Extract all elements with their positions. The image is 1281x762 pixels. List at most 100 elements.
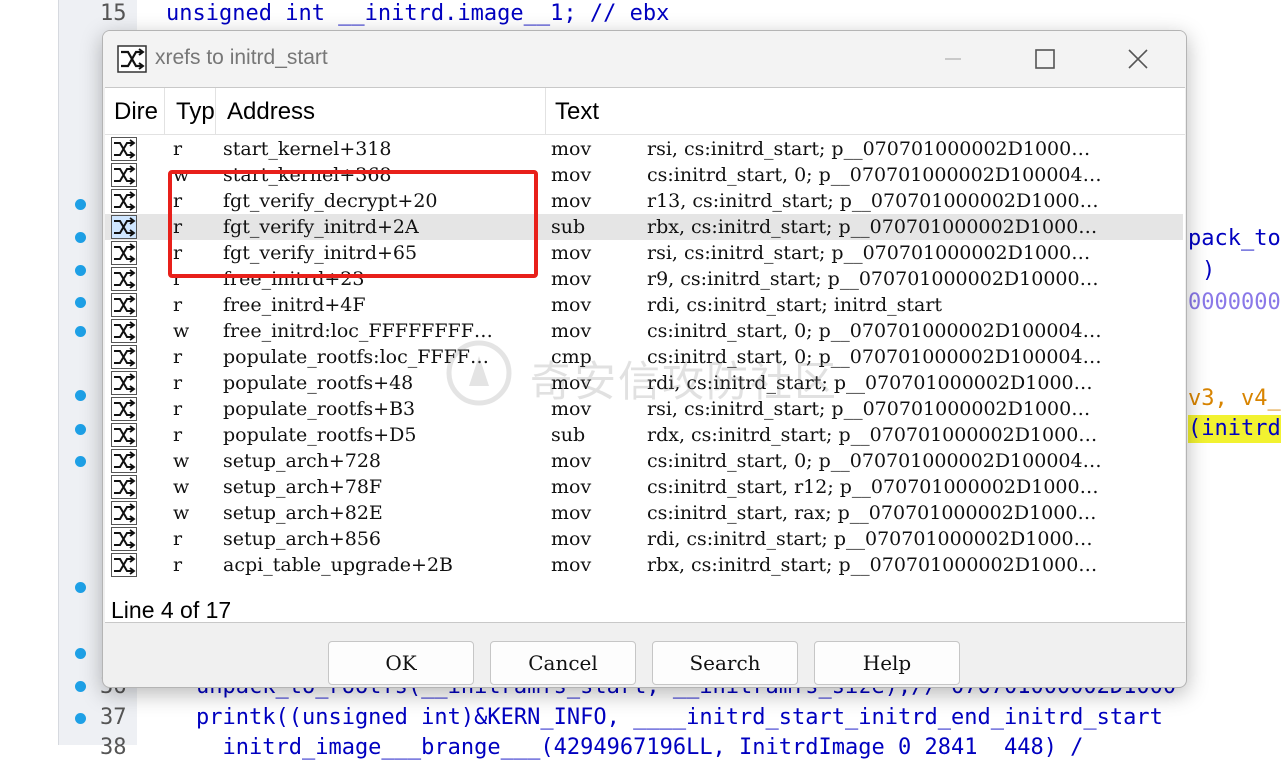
table-row[interactable]: r acpi_table_upgrade+2B mov rbx, cs:initrd_… bbox=[105, 552, 1183, 578]
table-row[interactable]: w free_initrd:loc_FFFFFFFF… mov cs:initrd_s… bbox=[105, 318, 1183, 344]
table-row[interactable]: r setup_arch+856 mov rdi, cs:initrd_start; … bbox=[105, 526, 1183, 552]
table-row[interactable]: r populate_rootfs+48 mov rdi, cs:initrd_sta… bbox=[105, 370, 1183, 396]
xref-mnemonic: mov bbox=[551, 294, 592, 316]
column-header-text[interactable]: Text bbox=[547, 88, 1183, 134]
table-row[interactable]: r start_kernel+318 mov rsi, cs:initrd_start… bbox=[105, 136, 1183, 162]
xrefs-dialog: xrefs to initrd_start Dire Typ Address T… bbox=[102, 30, 1187, 688]
xref-operands: r9, cs:initrd_start; p__070701000002D100… bbox=[647, 268, 1099, 290]
xref-operands: rdi, cs:initrd_start; p__070701000002D10… bbox=[647, 372, 1093, 394]
xrefs-table[interactable]: Dire Typ Address Text r start_kernel+318 m… bbox=[105, 87, 1185, 623]
table-row[interactable]: w setup_arch+728 mov cs:initrd_start, 0; p_… bbox=[105, 448, 1183, 474]
xref-mnemonic: sub bbox=[551, 216, 586, 238]
line-number: 38 bbox=[100, 735, 127, 760]
table-row[interactable]: r fgt_verify_decrypt+20 mov r13, cs:initrd_… bbox=[105, 188, 1183, 214]
breakpoint-dot[interactable] bbox=[75, 648, 86, 659]
xref-address: setup_arch+82E bbox=[223, 502, 383, 524]
maximize-icon bbox=[1035, 49, 1055, 69]
table-row[interactable]: w setup_arch+82E mov cs:initrd_start, rax; … bbox=[105, 500, 1183, 526]
breakpoint-dot[interactable] bbox=[75, 582, 86, 593]
maximize-button[interactable] bbox=[1023, 41, 1067, 77]
column-header-type[interactable]: Typ bbox=[166, 88, 216, 134]
xref-direction-icon bbox=[111, 293, 137, 317]
breakpoint-dot[interactable] bbox=[75, 297, 86, 308]
xref-type: r bbox=[173, 216, 183, 238]
xref-operands: cs:initrd_start, 0; p__070701000002D1000… bbox=[647, 320, 1102, 342]
breakpoint-dot[interactable] bbox=[75, 199, 86, 210]
table-row[interactable]: r fgt_verify_initrd+65 mov rsi, cs:initrd_s… bbox=[105, 240, 1183, 266]
breakpoint-dot[interactable] bbox=[75, 265, 86, 276]
table-row[interactable]: w start_kernel+368 mov cs:initrd_start, 0; … bbox=[105, 162, 1183, 188]
xref-address: fgt_verify_initrd+65 bbox=[223, 242, 418, 264]
table-row[interactable]: r free_initrd+23 mov r9, cs:initrd_start; p… bbox=[105, 266, 1183, 292]
xref-mnemonic: mov bbox=[551, 164, 592, 186]
xref-mnemonic: mov bbox=[551, 528, 592, 550]
breakpoint-dot[interactable] bbox=[75, 424, 86, 435]
column-header-direction[interactable]: Dire bbox=[105, 88, 165, 134]
ok-button[interactable]: OK bbox=[328, 641, 474, 685]
xref-operands: cs:initrd_start, 0; p__070701000002D1000… bbox=[647, 346, 1102, 368]
xref-address: free_initrd+4F bbox=[223, 294, 366, 316]
xref-address: free_initrd:loc_FFFFFFFF… bbox=[223, 320, 493, 342]
table-row[interactable]: r fgt_verify_initrd+2A sub rbx, cs:initrd_s… bbox=[105, 214, 1183, 240]
xref-direction-icon bbox=[111, 553, 137, 577]
table-row[interactable]: r populate_rootfs+B3 mov rsi, cs:initrd_sta… bbox=[105, 396, 1183, 422]
xref-direction-icon bbox=[111, 527, 137, 551]
xref-type: r bbox=[173, 528, 183, 550]
code-line[interactable]: printk((unsigned int)&KERN_INFO, ____ini… bbox=[196, 704, 1163, 732]
breakpoint-dot[interactable] bbox=[75, 713, 86, 724]
code-fragment: 0000000 bbox=[1188, 290, 1281, 315]
xref-address: setup_arch+78F bbox=[223, 476, 383, 498]
xref-type: w bbox=[173, 476, 190, 498]
code-fragment-highlighted: (initrd bbox=[1188, 415, 1281, 443]
xref-direction-icon bbox=[111, 475, 137, 499]
xref-operands: rdi, cs:initrd_start; initrd_start bbox=[647, 294, 943, 316]
xref-operands: cs:initrd_start, 0; p__070701000002D1000… bbox=[647, 450, 1102, 472]
xref-operands: rdx, cs:initrd_start; p__070701000002D10… bbox=[647, 424, 1098, 446]
xref-direction-icon bbox=[111, 423, 137, 447]
breakpoint-dot[interactable] bbox=[75, 390, 86, 401]
xref-direction-icon bbox=[111, 319, 137, 343]
xref-operands: rbx, cs:initrd_start; p__070701000002D10… bbox=[647, 554, 1098, 576]
dialog-titlebar[interactable]: xrefs to initrd_start bbox=[103, 31, 1186, 87]
xref-type: r bbox=[173, 424, 183, 446]
cancel-button[interactable]: Cancel bbox=[490, 641, 636, 685]
column-header-address[interactable]: Address bbox=[217, 88, 546, 134]
breakpoint-dot[interactable] bbox=[75, 456, 86, 467]
xref-direction-icon bbox=[111, 137, 137, 161]
code-line[interactable]: unsigned int __initrd.image__1; // ebx bbox=[166, 0, 669, 28]
line-number: 37 bbox=[100, 705, 127, 730]
xref-type: r bbox=[173, 398, 183, 420]
table-row[interactable]: r populate_rootfs:loc_FFFF… cmp cs:initrd_s… bbox=[105, 344, 1183, 370]
xref-type: r bbox=[173, 138, 183, 160]
xref-address: setup_arch+856 bbox=[223, 528, 382, 550]
status-line: Line 4 of 17 bbox=[111, 597, 232, 623]
xref-operands: rsi, cs:initrd_start; p__070701000002D10… bbox=[647, 398, 1091, 420]
table-row[interactable]: r free_initrd+4F mov rdi, cs:initrd_start; … bbox=[105, 292, 1183, 318]
minimize-button[interactable] bbox=[931, 41, 975, 77]
breakpoint-dot[interactable] bbox=[75, 326, 86, 337]
xref-direction-icon bbox=[111, 215, 137, 239]
xref-type: w bbox=[173, 450, 190, 472]
xref-address: fgt_verify_decrypt+20 bbox=[223, 190, 438, 212]
xref-operands: rsi, cs:initrd_start; p__070701000002D10… bbox=[647, 242, 1091, 264]
help-button[interactable]: Help bbox=[814, 641, 960, 685]
xref-address: setup_arch+728 bbox=[223, 450, 382, 472]
xref-direction-icon bbox=[111, 371, 137, 395]
code-fragment: ) bbox=[1202, 258, 1216, 283]
search-button[interactable]: Search bbox=[652, 641, 798, 685]
xref-operands: rsi, cs:initrd_start; p__070701000002D10… bbox=[647, 138, 1091, 160]
xref-type: r bbox=[173, 294, 183, 316]
xref-type: w bbox=[173, 164, 190, 186]
xref-direction-icon bbox=[111, 397, 137, 421]
xref-mnemonic: mov bbox=[551, 502, 592, 524]
table-row[interactable]: r populate_rootfs+D5 sub rdx, cs:initrd_sta… bbox=[105, 422, 1183, 448]
line-number: 15 bbox=[100, 1, 127, 26]
xref-type: r bbox=[173, 372, 183, 394]
xref-address: populate_rootfs+B3 bbox=[223, 398, 416, 420]
table-row[interactable]: w setup_arch+78F mov cs:initrd_start, r12; … bbox=[105, 474, 1183, 500]
xref-mnemonic: mov bbox=[551, 372, 592, 394]
breakpoint-dot[interactable] bbox=[75, 681, 86, 692]
code-line[interactable]: initrd_image___brange___(4294967196LL, I… bbox=[196, 734, 1083, 762]
close-button[interactable] bbox=[1116, 41, 1160, 77]
breakpoint-dot[interactable] bbox=[75, 232, 86, 243]
